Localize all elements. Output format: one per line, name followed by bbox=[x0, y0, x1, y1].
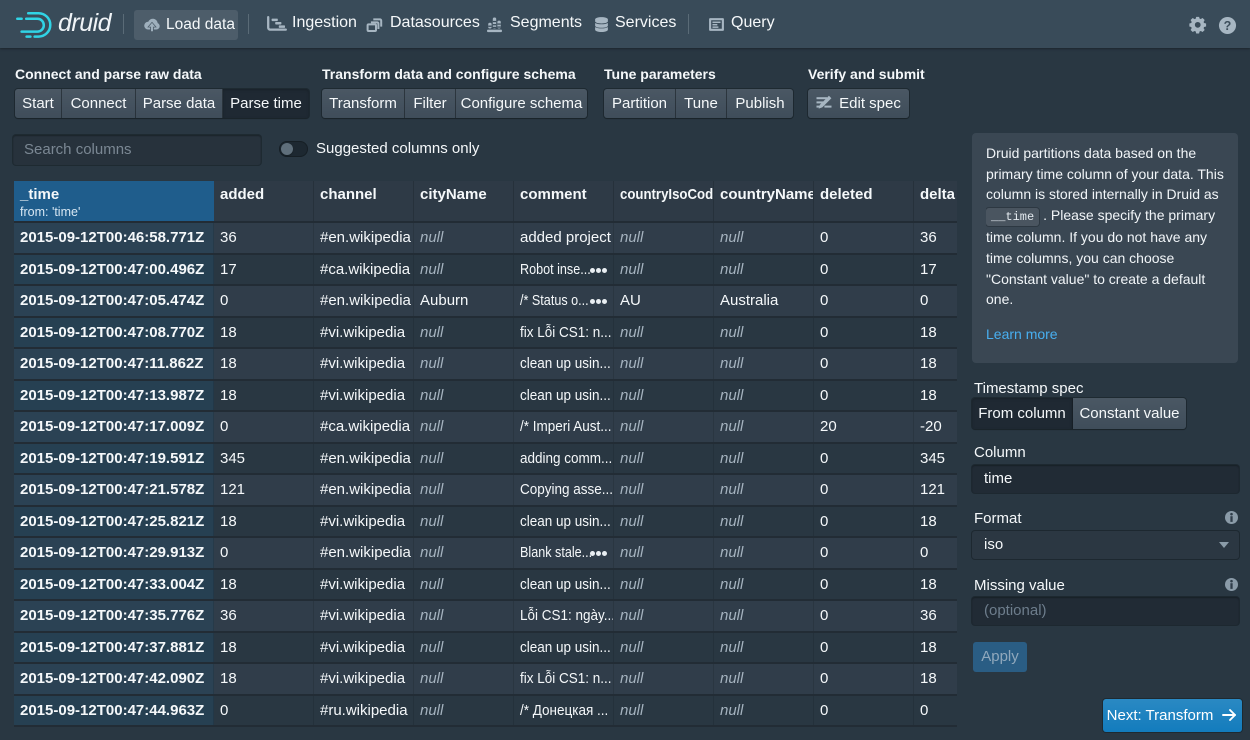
svg-text:?: ? bbox=[1224, 19, 1232, 33]
